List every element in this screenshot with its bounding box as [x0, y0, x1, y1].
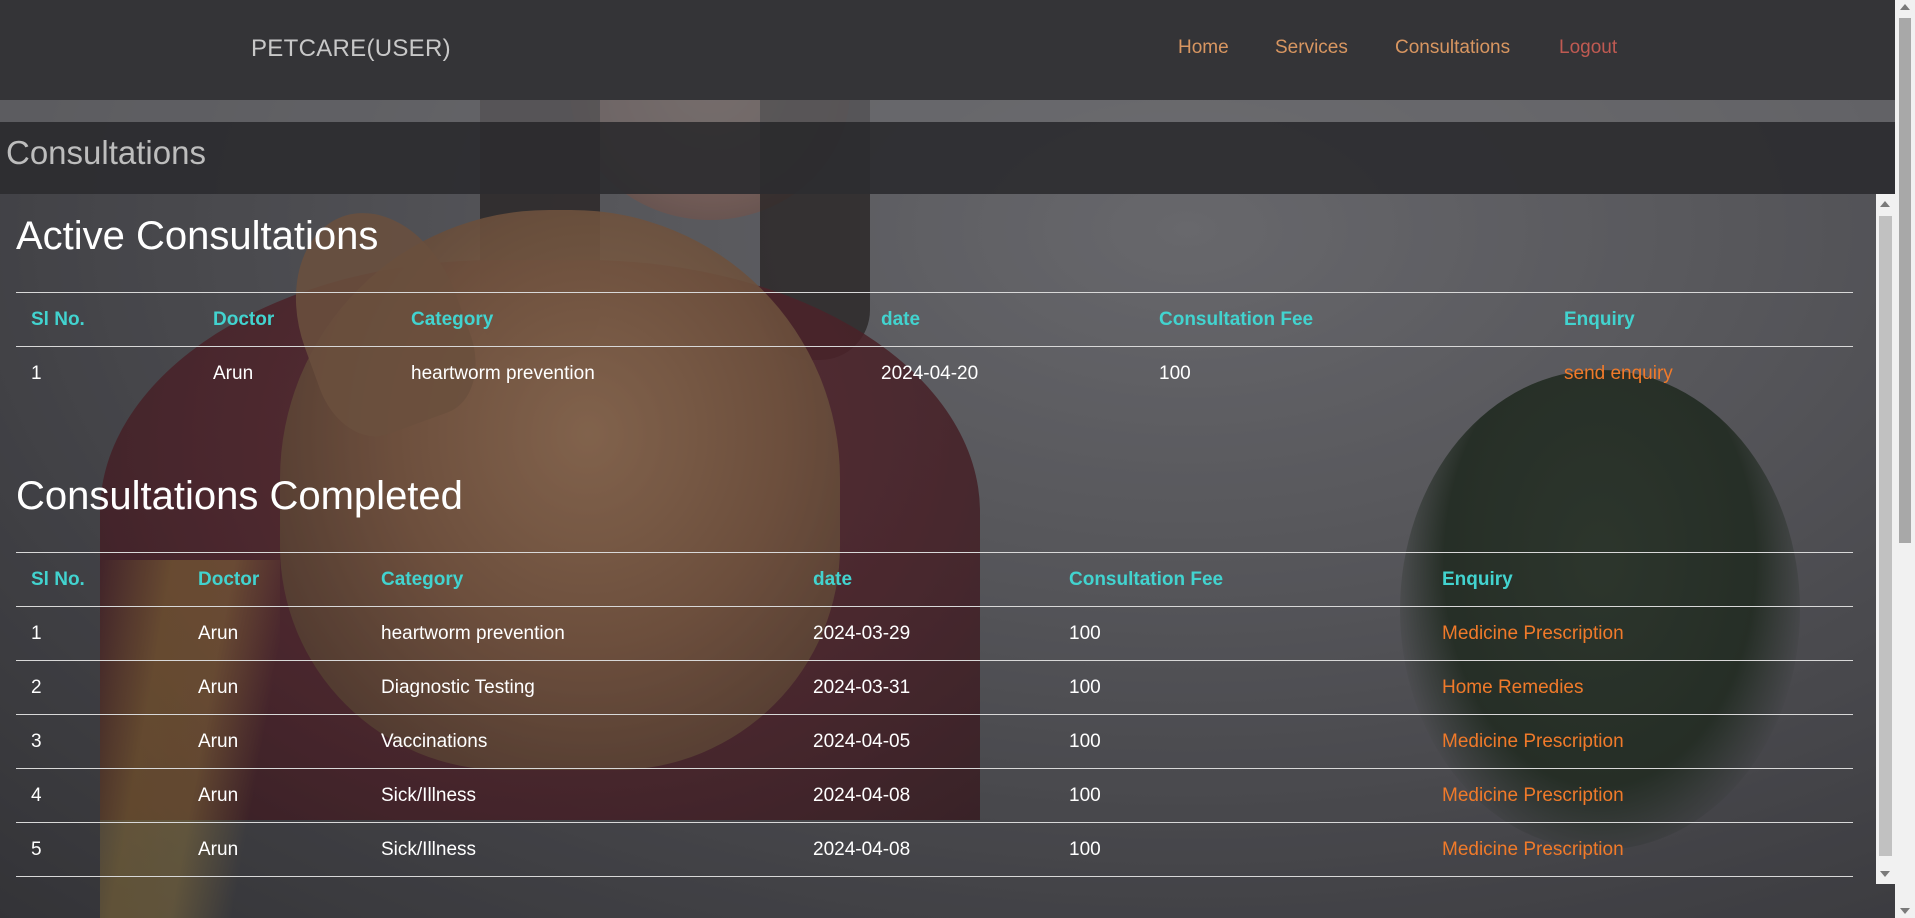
cell-doctor: Arun	[183, 768, 366, 823]
cell-doctor: Arun	[213, 362, 254, 384]
scroll-up-arrow-icon[interactable]	[1900, 4, 1910, 10]
cell-date: 2024-03-31	[798, 660, 1054, 715]
table-row: 1 Arun heartworm prevention 2024-03-29 1…	[16, 606, 1853, 661]
column-header: Enquiry	[1427, 552, 1853, 607]
cell-date: 2024-04-05	[798, 714, 1054, 769]
completed-table: Sl No. Doctor Category date Consultation…	[16, 552, 1853, 877]
cell-date: 2024-04-08	[798, 822, 1054, 877]
active-table: Sl No. Doctor Category date Consultation…	[16, 292, 1853, 400]
navbar: PETCARE(USER) Home Services Consultation…	[0, 0, 1915, 122]
table-header-row: Sl No. Doctor Category date Consultation…	[16, 292, 1853, 347]
cell-category: Diagnostic Testing	[366, 660, 798, 715]
cell-date: 2024-04-08	[798, 768, 1054, 823]
scroll-thumb[interactable]	[1879, 216, 1892, 856]
scroll-down-arrow-icon[interactable]	[1900, 908, 1910, 914]
content-scrollbar[interactable]	[1876, 194, 1895, 884]
column-header: date	[798, 552, 1054, 607]
page-title: Consultations	[6, 134, 206, 171]
nav-services[interactable]: Services	[1275, 37, 1348, 59]
page-scrollbar[interactable]	[1895, 0, 1915, 918]
cell-fee: 100	[1054, 822, 1427, 877]
cell-category: Sick/Illness	[366, 822, 798, 877]
cell-date: 2024-03-29	[798, 606, 1054, 661]
cell-sl-no: 5	[16, 822, 183, 877]
enquiry-link[interactable]: Medicine Prescription	[1427, 606, 1853, 661]
cell-doctor: Arun	[183, 822, 366, 877]
table-row: 3 Arun Vaccinations 2024-04-05 100 Medic…	[16, 714, 1853, 769]
nav-consultations[interactable]: Consultations	[1395, 37, 1510, 59]
table-row: 4 Arun Sick/Illness 2024-04-08 100 Medic…	[16, 768, 1853, 823]
completed-heading: Consultations Completed	[16, 474, 463, 518]
cell-doctor: Arun	[183, 606, 366, 661]
table-row: 5 Arun Sick/Illness 2024-04-08 100 Medic…	[16, 822, 1853, 877]
cell-fee: 100	[1054, 606, 1427, 661]
cell-fee: 100	[1054, 768, 1427, 823]
cell-sl-no: 2	[16, 660, 183, 715]
cell-fee: 100	[1054, 714, 1427, 769]
column-header: Sl No.	[16, 552, 183, 607]
scroll-up-arrow-icon[interactable]	[1880, 201, 1890, 207]
active-heading: Active Consultations	[16, 214, 379, 258]
brand-logo[interactable]: PETCARE(USER)	[251, 35, 451, 63]
table-row: 1 Arun heartworm prevention 2024-04-20 1…	[16, 347, 1853, 401]
cell-doctor: Arun	[183, 660, 366, 715]
column-header: Sl No.	[16, 292, 198, 347]
cell-category: heartworm prevention	[411, 362, 595, 384]
cell-fee: 100	[1054, 660, 1427, 715]
enquiry-link[interactable]: Medicine Prescription	[1427, 768, 1853, 823]
scroll-thumb[interactable]	[1899, 18, 1911, 543]
column-header: date	[866, 292, 1144, 347]
table-row: 2 Arun Diagnostic Testing 2024-03-31 100…	[16, 660, 1853, 715]
cell-sl-no: 4	[16, 768, 183, 823]
cell-sl-no: 3	[16, 714, 183, 769]
cell-category: Vaccinations	[366, 714, 798, 769]
nav-home[interactable]: Home	[1178, 37, 1229, 59]
nav-logout[interactable]: Logout	[1559, 37, 1617, 59]
cell-category: Sick/Illness	[366, 768, 798, 823]
cell-category: heartworm prevention	[366, 606, 798, 661]
scroll-down-arrow-icon[interactable]	[1880, 871, 1890, 877]
enquiry-link[interactable]: Medicine Prescription	[1427, 714, 1853, 769]
navbar-divider	[0, 100, 1895, 122]
enquiry-link[interactable]: Home Remedies	[1427, 660, 1853, 715]
cell-date: 2024-04-20	[881, 362, 979, 384]
cell-doctor: Arun	[183, 714, 366, 769]
column-header: Consultation Fee	[1054, 552, 1427, 607]
column-header: Consultation Fee	[1144, 292, 1549, 347]
table-header-row: Sl No. Doctor Category date Consultation…	[16, 552, 1853, 607]
column-header: Category	[396, 292, 866, 347]
column-header: Enquiry	[1549, 292, 1853, 347]
cell-sl-no: 1	[16, 606, 183, 661]
page-header: Consultations	[0, 122, 1895, 194]
enquiry-link[interactable]: Medicine Prescription	[1427, 822, 1853, 877]
cell-fee: 100	[1159, 362, 1191, 384]
send-enquiry-link[interactable]: send enquiry	[1549, 347, 1853, 401]
column-header: Doctor	[198, 292, 396, 347]
cell-sl-no: 1	[31, 362, 42, 384]
consultations-panel: Active Consultations Sl No. Doctor Categ…	[0, 194, 1873, 884]
column-header: Doctor	[183, 552, 366, 607]
column-header: Category	[366, 552, 798, 607]
